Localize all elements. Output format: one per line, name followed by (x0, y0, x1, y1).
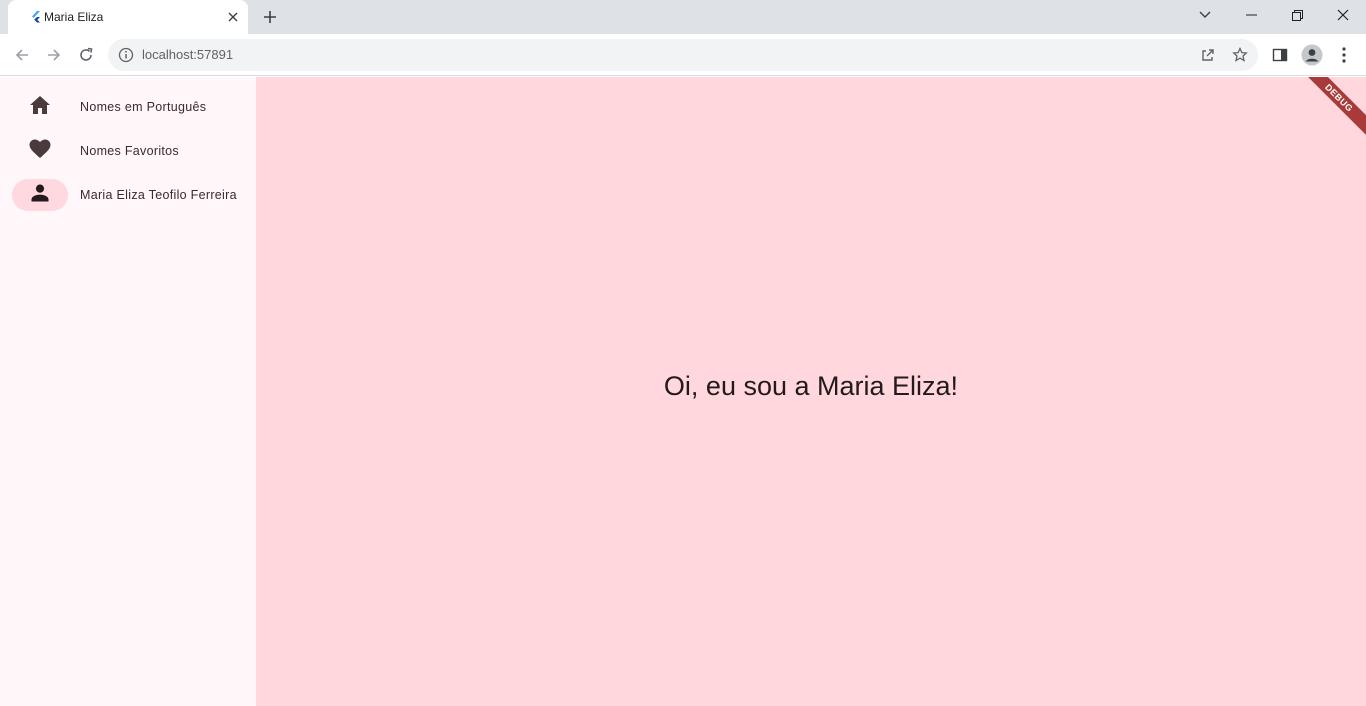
minimize-button[interactable] (1228, 0, 1274, 30)
nav-item-maria-eliza[interactable]: Maria Eliza Teofilo Ferreira (0, 177, 256, 217)
address-bar[interactable]: localhost:57891 (108, 39, 1258, 71)
profile-icon[interactable] (1301, 44, 1323, 66)
tab-close-icon[interactable] (224, 8, 242, 26)
share-icon[interactable] (1198, 45, 1218, 65)
nav-item-nomes-em-portugues[interactable]: Nomes em Português (0, 89, 256, 129)
tab-search-button[interactable] (1182, 0, 1228, 30)
nav-item-label: Maria Eliza Teofilo Ferreira (80, 188, 237, 202)
app-page: Nomes em Português Nomes Favoritos Maria… (0, 77, 1366, 706)
forward-button[interactable] (40, 41, 68, 69)
star-icon[interactable] (1230, 45, 1250, 65)
flutter-icon (29, 10, 43, 24)
new-tab-button[interactable] (258, 5, 282, 29)
nav-item-label: Nomes em Português (80, 100, 207, 114)
nav-indicator-active (12, 179, 68, 211)
kebab-menu-icon[interactable] (1333, 44, 1355, 66)
person-icon (31, 184, 49, 207)
browser-tab[interactable]: Maria Eliza (8, 0, 248, 34)
url-text: localhost:57891 (142, 47, 234, 62)
main-content: Oi, eu sou a Maria Eliza! DEBUG (256, 77, 1366, 706)
browser-toolbar: localhost:57891 (0, 34, 1366, 76)
navigation-rail: Nomes em Português Nomes Favoritos Maria… (0, 77, 256, 706)
restore-button[interactable] (1274, 0, 1320, 30)
greeting-text: Oi, eu sou a Maria Eliza! (663, 371, 959, 401)
nav-item-nomes-favoritos[interactable]: Nomes Favoritos (0, 133, 256, 173)
browser-tab-strip: Maria Eliza (0, 0, 1366, 34)
back-button[interactable] (8, 41, 36, 69)
info-icon[interactable] (118, 47, 134, 63)
reload-button[interactable] (72, 41, 100, 69)
nav-indicator (12, 91, 68, 123)
nav-indicator (12, 135, 68, 167)
side-panel-icon[interactable] (1269, 44, 1291, 66)
home-icon (29, 95, 51, 120)
heart-icon (29, 139, 51, 164)
nav-item-label: Nomes Favoritos (80, 144, 179, 158)
tab-title: Maria Eliza (44, 10, 104, 24)
close-window-button[interactable] (1320, 0, 1366, 30)
debug-banner: DEBUG (1288, 77, 1366, 149)
